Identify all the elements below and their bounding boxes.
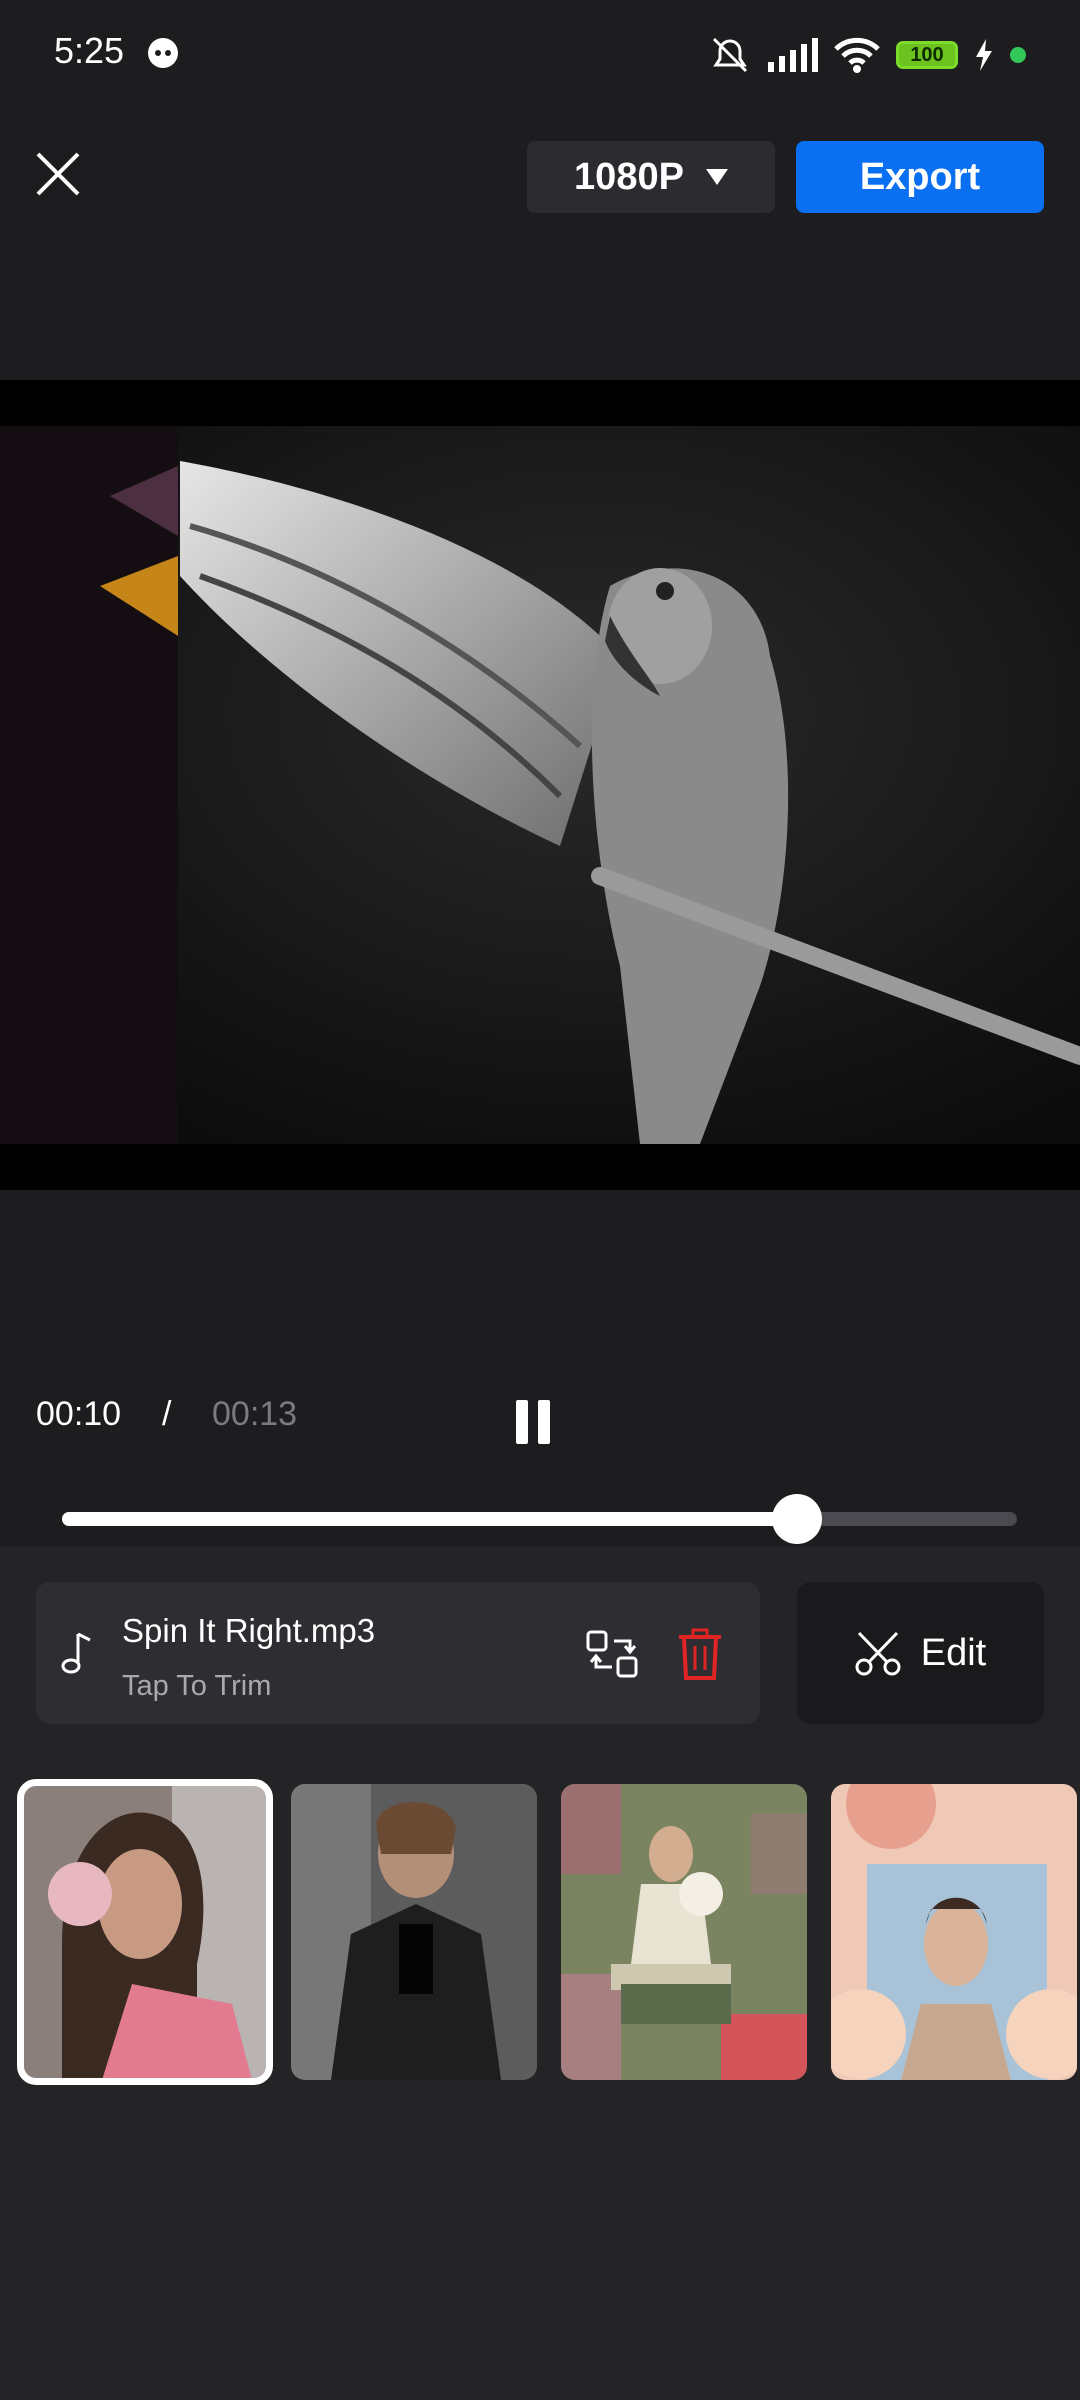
trim-hint: Tap To Trim: [122, 1670, 272, 1702]
close-icon: [36, 152, 80, 196]
music-note-icon: [60, 1630, 96, 1681]
battery-indicator: 100: [896, 41, 958, 69]
trash-icon: [679, 1628, 721, 1680]
replace-music-button[interactable]: [586, 1628, 640, 1685]
charging-icon: [976, 39, 992, 71]
notification-icon: [146, 36, 180, 75]
preview-frame: [0, 426, 1080, 1144]
signal-icon: [768, 38, 818, 72]
total-time: 00:13: [212, 1395, 298, 1433]
clip-thumbnail-3[interactable]: [561, 1784, 807, 2080]
resolution-label: 1080P: [574, 155, 684, 198]
scrubber-progress: [62, 1512, 798, 1526]
pause-button[interactable]: [516, 1400, 562, 1448]
clip-thumbnail-1[interactable]: [17, 1779, 273, 2085]
status-icons: 100: [708, 30, 1026, 80]
music-track-name: Spin It Right.mp3: [122, 1612, 376, 1649]
close-button[interactable]: [30, 146, 86, 202]
silent-icon: [712, 37, 748, 73]
edit-label: Edit: [920, 1631, 987, 1674]
time-separator: /: [162, 1395, 172, 1433]
pause-icon: [516, 1400, 528, 1444]
caret-down-icon: [705, 169, 728, 185]
resolution-dropdown[interactable]: 1080P: [527, 141, 775, 213]
current-time: 00:10: [36, 1395, 122, 1433]
privacy-dot: [1010, 47, 1026, 63]
export-button[interactable]: Export: [796, 141, 1044, 213]
edit-button[interactable]: Edit: [797, 1582, 1044, 1724]
clip-thumbnail-4[interactable]: [831, 1784, 1077, 2080]
scrubber-handle[interactable]: [772, 1494, 823, 1544]
replace-icon: [586, 1630, 638, 1678]
status-time: 5:25: [54, 30, 125, 71]
delete-music-button[interactable]: [677, 1628, 723, 1685]
scissors-icon: [855, 1631, 901, 1676]
clip-thumbnail-2[interactable]: [291, 1784, 537, 2080]
wifi-icon: [834, 37, 880, 73]
